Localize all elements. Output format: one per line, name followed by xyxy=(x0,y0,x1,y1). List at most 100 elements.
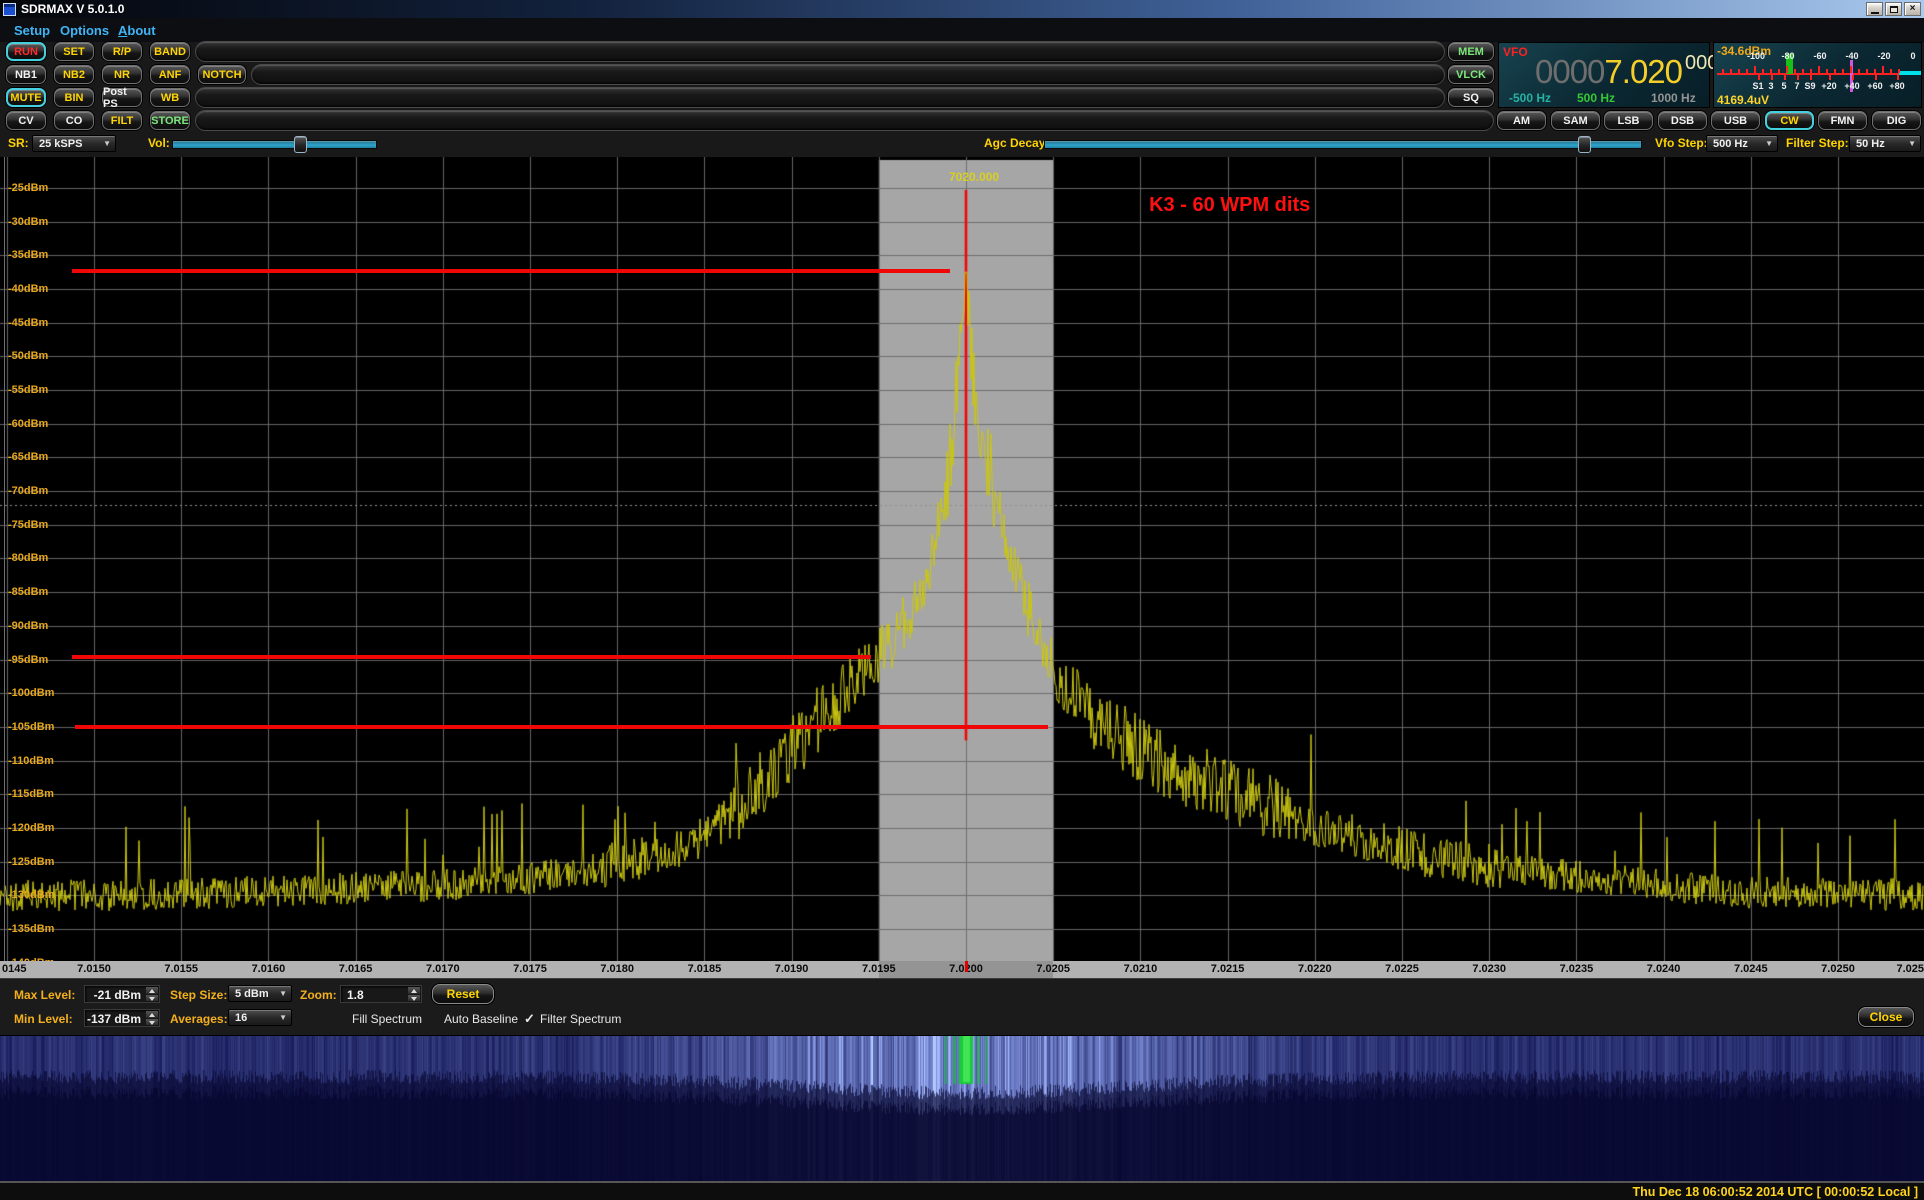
button-post-ps[interactable]: Post PS xyxy=(102,88,142,107)
mode-button-lsb[interactable]: LSB xyxy=(1604,111,1653,130)
min-level-spinbox[interactable]: -137 dBm xyxy=(84,1009,160,1027)
menu-item-options[interactable]: Options xyxy=(60,23,109,38)
button-wb[interactable]: WB xyxy=(150,88,190,107)
mode-button-sam[interactable]: SAM xyxy=(1551,111,1600,130)
mode-button-fmn-label: FMN xyxy=(1831,115,1855,127)
y-axis-label: -50dBm xyxy=(8,350,48,362)
x-axis-label: 7.0205 xyxy=(1036,963,1070,975)
button-mute[interactable]: MUTE xyxy=(6,88,46,107)
cursor-frequency-label: 7020.000 xyxy=(949,170,999,184)
button-sq[interactable]: SQ xyxy=(1448,88,1494,107)
y-axis-label: -65dBm xyxy=(8,451,48,463)
mode-button-am[interactable]: AM xyxy=(1497,111,1546,130)
spinner-arrows-icon[interactable] xyxy=(145,986,159,1002)
mode-button-dsb[interactable]: DSB xyxy=(1658,111,1707,130)
averages-label: Averages: xyxy=(170,1012,228,1026)
close-window-button[interactable]: × xyxy=(1904,2,1921,16)
mode-button-fmn[interactable]: FMN xyxy=(1818,111,1867,130)
y-axis-label: -80dBm xyxy=(8,552,48,564)
vfo-step-dropdown[interactable]: 500 Hz ▼ xyxy=(1706,135,1778,152)
button-bin[interactable]: BIN xyxy=(54,88,94,107)
s-meter-tick xyxy=(1738,69,1740,73)
vfo-display[interactable]: VFO 00007.020000.0 -500 Hz 500 Hz 1000 H… xyxy=(1498,42,1710,108)
vfo-frequency[interactable]: 00007.020000.0 xyxy=(1535,52,1735,91)
mode-button-dig[interactable]: DIG xyxy=(1872,111,1921,130)
reset-button[interactable]: Reset xyxy=(432,984,494,1004)
button-filt-label: FILT xyxy=(111,115,133,127)
s-meter-bottom-scale-label: 7 xyxy=(1794,81,1799,91)
filter-spectrum-option[interactable]: Filter Spectrum xyxy=(540,1012,621,1026)
button-filt[interactable]: FILT xyxy=(102,111,142,130)
spectrum-controls: Max Level: -21 dBm Step Size: 5 dBm ▼ Zo… xyxy=(0,978,1924,1036)
zoom-spinbox[interactable]: 1.8 xyxy=(340,985,422,1003)
filter-step-dropdown[interactable]: 50 Hz ▼ xyxy=(1849,135,1921,152)
y-axis-label: -95dBm xyxy=(8,654,48,666)
s-meter-tick xyxy=(1826,69,1828,73)
titlebar: SDRMAX V 5.0.1.0 × xyxy=(0,0,1924,18)
s-meter: -34.6dBm 4169.4uV -100-80-60-40-200S1357… xyxy=(1713,42,1922,108)
s-meter-bottom-scale-label: +40 xyxy=(1844,81,1859,91)
step-size-dropdown[interactable]: 5 dBm ▼ xyxy=(228,985,292,1002)
button-anf[interactable]: ANF xyxy=(150,65,190,84)
x-axis-label: 7.0190 xyxy=(775,963,809,975)
minimize-button[interactable] xyxy=(1866,2,1883,16)
volume-slider-handle[interactable] xyxy=(294,136,307,153)
close-button[interactable]: Close xyxy=(1858,1007,1914,1027)
spinner-arrows-icon[interactable] xyxy=(145,1010,159,1026)
button-store[interactable]: STORE xyxy=(150,111,190,130)
spinner-arrows-icon[interactable] xyxy=(407,986,421,1002)
y-axis-label: -135dBm xyxy=(8,923,54,935)
spectrum-canvas[interactable] xyxy=(0,157,1924,961)
mode-button-lsb-label: LSB xyxy=(1618,115,1640,127)
button-post-ps-label: Post PS xyxy=(103,86,141,110)
filter-spectrum-checkmark-icon[interactable]: ✓ xyxy=(524,1011,535,1027)
agc-decay-slider[interactable] xyxy=(1044,140,1642,149)
button-run[interactable]: RUN xyxy=(6,42,46,61)
statusbar: Thu Dec 18 06:00:52 2014 UTC [ 00:00:52 … xyxy=(0,1181,1924,1200)
s-meter-tick xyxy=(1858,69,1860,73)
button-cv[interactable]: CV xyxy=(6,111,46,130)
step-size-value: 5 dBm xyxy=(235,988,269,1000)
button-notch[interactable]: NOTCH xyxy=(198,65,246,84)
status-clock: Thu Dec 18 06:00:52 2014 UTC [ 00:00:52 … xyxy=(1632,1185,1918,1199)
button-band[interactable]: BAND xyxy=(150,42,190,61)
button-nb2[interactable]: NB2 xyxy=(54,65,94,84)
button-set[interactable]: SET xyxy=(54,42,94,61)
max-level-spinbox[interactable]: -21 dBm xyxy=(84,985,160,1003)
mode-button-usb[interactable]: USB xyxy=(1711,111,1760,130)
button-r-p[interactable]: R/P xyxy=(102,42,142,61)
mode-button-usb-label: USB xyxy=(1724,115,1747,127)
s-meter-bottom-scale-label: +60 xyxy=(1867,81,1882,91)
menu-item-about[interactable]: About xyxy=(118,23,156,38)
reset-button-label: Reset xyxy=(447,987,480,1001)
fill-spectrum-option[interactable]: Fill Spectrum xyxy=(352,1012,422,1026)
chevron-down-icon: ▼ xyxy=(279,989,287,998)
restore-button[interactable] xyxy=(1885,2,1902,16)
y-axis-label: -75dBm xyxy=(8,519,48,531)
button-nr[interactable]: NR xyxy=(102,65,142,84)
volume-slider[interactable] xyxy=(172,140,377,149)
sample-rate-dropdown[interactable]: 25 kSPS ▼ xyxy=(32,135,116,152)
s-meter-tick xyxy=(1818,66,1820,73)
waterfall-canvas[interactable] xyxy=(0,1036,1924,1181)
menu-item-setup[interactable]: Setup xyxy=(14,23,50,38)
button-cv-label: CV xyxy=(18,115,33,127)
toolbar-groove xyxy=(196,42,1444,61)
averages-dropdown[interactable]: 16 ▼ xyxy=(228,1009,292,1026)
button-bin-label: BIN xyxy=(65,92,84,104)
auto-baseline-option[interactable]: Auto Baseline xyxy=(444,1012,518,1026)
x-axis-label: 7.025 xyxy=(1896,963,1924,975)
s-meter-top-scale-label: -80 xyxy=(1781,51,1794,61)
button-vlck[interactable]: VLCK xyxy=(1448,65,1494,84)
button-co[interactable]: CO xyxy=(54,111,94,130)
vfo-offset-right: 1000 Hz xyxy=(1651,91,1696,105)
agc-decay-slider-handle[interactable] xyxy=(1578,136,1591,153)
s-meter-uv-reading: 4169.4uV xyxy=(1717,93,1769,107)
mode-button-cw[interactable]: CW xyxy=(1765,111,1814,130)
chevron-down-icon: ▼ xyxy=(1908,139,1916,148)
button-nb1[interactable]: NB1 xyxy=(6,65,46,84)
toolbar-groove xyxy=(252,65,1444,84)
settings-toolbar: SR: 25 kSPS ▼ Vol: Agc Decay: Vfo Step: … xyxy=(0,133,1924,157)
s-meter-tick xyxy=(1754,66,1756,73)
button-mem[interactable]: MEM xyxy=(1448,42,1494,61)
